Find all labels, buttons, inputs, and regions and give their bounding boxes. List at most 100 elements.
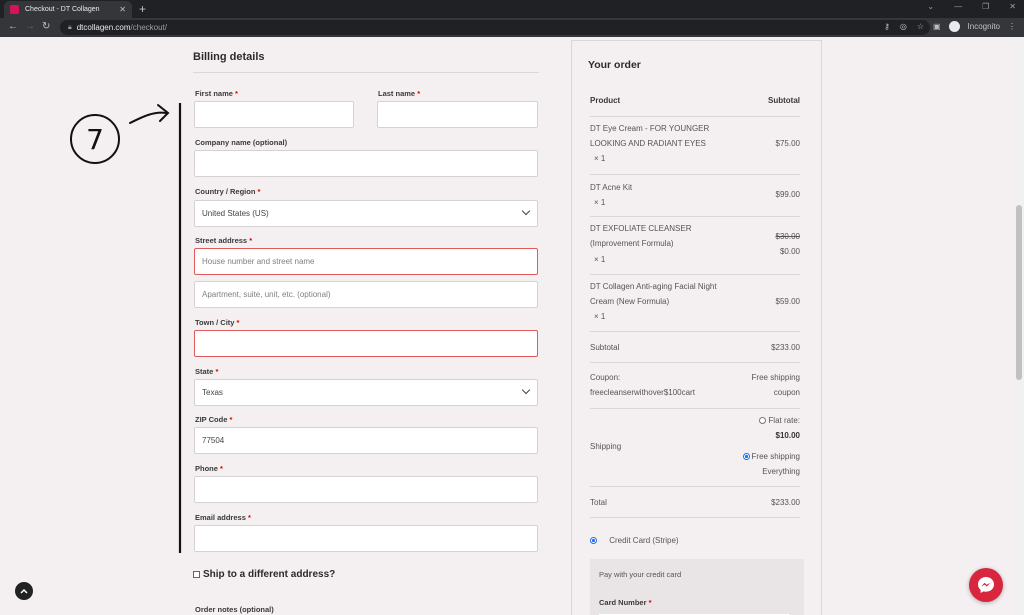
close-window-icon[interactable]: ✕ bbox=[1009, 2, 1016, 11]
item-old-price: $30.00 bbox=[775, 232, 800, 241]
flat-rate-value: $10.00 bbox=[775, 431, 800, 440]
order-summary-panel: Your order Product Subtotal DT Eye Cream… bbox=[571, 40, 822, 615]
item-qty: × 1 bbox=[594, 312, 606, 321]
last-name-field[interactable] bbox=[377, 101, 538, 128]
shipping-row: Shipping Flat rate: $10.00 Free shipping… bbox=[590, 409, 800, 487]
browser-tab[interactable]: Checkout - DT Collagen ✕ bbox=[4, 1, 132, 18]
coupon-code: freecleanserwithover$100cart bbox=[590, 388, 695, 397]
flat-rate-radio[interactable] bbox=[759, 417, 767, 424]
forward-icon[interactable]: → bbox=[25, 21, 35, 33]
zip-field[interactable]: 77504 bbox=[194, 427, 538, 454]
scrollbar-thumb[interactable] bbox=[1016, 205, 1022, 380]
email-label: Email address * bbox=[195, 513, 251, 522]
country-value: United States (US) bbox=[202, 209, 269, 218]
divider bbox=[193, 72, 539, 73]
city-field[interactable] bbox=[194, 330, 538, 357]
eye-off-icon[interactable]: ◎ bbox=[900, 22, 907, 31]
order-table-header: Product Subtotal bbox=[590, 85, 800, 117]
order-item-row: DT Collagen Anti-aging Facial Night Crea… bbox=[590, 275, 800, 332]
item-name-line2: LOOKING AND RADIANT EYES bbox=[590, 139, 706, 148]
item-name-line1: DT Eye Cream - FOR YOUNGER bbox=[590, 124, 710, 133]
street2-placeholder: Apartment, suite, unit, etc. (optional) bbox=[202, 290, 331, 299]
first-name-field[interactable] bbox=[194, 101, 354, 128]
coupon-label: Coupon: bbox=[590, 373, 621, 382]
messenger-icon bbox=[978, 577, 994, 593]
coupon-value: Free shipping bbox=[751, 373, 800, 382]
item-name-line1: DT Collagen Anti-aging Facial Night bbox=[590, 282, 717, 291]
item-price: $99.00 bbox=[775, 190, 800, 199]
menu-icon[interactable]: ⋮ bbox=[1008, 22, 1016, 31]
coupon-row: Coupon: freecleanserwithover$100cart Fre… bbox=[590, 363, 800, 409]
col-product: Product bbox=[590, 96, 621, 105]
order-item-row: DT EXFOLIATE CLEANSER (Improvement Formu… bbox=[590, 217, 800, 275]
zip-value: 77504 bbox=[202, 436, 225, 445]
ship-different-checkbox[interactable] bbox=[193, 571, 200, 578]
free-shipping-option[interactable]: Free shipping bbox=[742, 449, 800, 464]
phone-field[interactable] bbox=[194, 476, 538, 503]
minimize-icon[interactable]: — bbox=[954, 2, 962, 11]
close-tab-icon[interactable]: ✕ bbox=[119, 5, 126, 14]
url-path: /checkout/ bbox=[130, 23, 168, 32]
item-qty: × 1 bbox=[594, 255, 606, 264]
back-icon[interactable]: ← bbox=[8, 21, 18, 33]
browser-toolbar: ← → ↻ 🔒︎ dtcollagen.com /checkout/ ⚷ ◎ ☆… bbox=[0, 18, 1024, 37]
subtotal-row: Subtotal $233.00 bbox=[590, 332, 800, 363]
tab-search-icon[interactable]: ⌄ bbox=[927, 2, 934, 11]
street-address-field[interactable]: House number and street name bbox=[194, 248, 538, 275]
shipping-label: Shipping bbox=[590, 442, 622, 451]
item-qty: × 1 bbox=[594, 198, 606, 207]
payment-radio[interactable] bbox=[590, 537, 597, 544]
payment-desc: Pay with your credit card bbox=[599, 570, 682, 579]
chevron-up-icon bbox=[20, 588, 28, 594]
street-placeholder: House number and street name bbox=[202, 257, 315, 266]
tab-title: Checkout - DT Collagen bbox=[25, 6, 100, 13]
total-label: Total bbox=[590, 498, 607, 507]
company-label: Company name (optional) bbox=[195, 138, 288, 147]
free-shipping-radio[interactable] bbox=[742, 453, 750, 460]
profile-label[interactable]: Incognito bbox=[968, 22, 1000, 31]
item-name-line1: DT Acne Kit bbox=[590, 183, 633, 192]
zip-label: ZIP Code * bbox=[195, 415, 233, 424]
restore-icon[interactable]: ❐ bbox=[982, 2, 989, 11]
page-scrollbar[interactable] bbox=[1014, 37, 1024, 615]
scroll-to-top-button[interactable] bbox=[15, 582, 33, 600]
address-bar[interactable]: 🔒︎ dtcollagen.com /checkout/ ⚷ ◎ ☆ bbox=[60, 20, 930, 35]
country-select[interactable]: United States (US) bbox=[194, 200, 538, 227]
card-number-label: Card Number * bbox=[599, 598, 652, 607]
city-label: Town / City * bbox=[195, 318, 240, 327]
side-panel-icon[interactable]: ▣ bbox=[933, 22, 941, 31]
ship-different-option[interactable]: Ship to a different address? bbox=[193, 569, 335, 580]
order-notes-label: Order notes (optional) bbox=[195, 605, 274, 614]
order-item-row: DT Eye Cream - FOR YOUNGER LOOKING AND R… bbox=[590, 117, 800, 175]
item-name-line2: Cream (New Formula) bbox=[590, 297, 670, 306]
incognito-icon[interactable] bbox=[948, 21, 960, 32]
company-field[interactable] bbox=[194, 150, 538, 177]
window-controls: ⌄ — ❐ ✕ bbox=[927, 2, 1016, 11]
url-host: dtcollagen.com bbox=[76, 23, 131, 32]
item-name-line1: DT EXFOLIATE CLEANSER bbox=[590, 224, 692, 233]
flat-rate-option[interactable]: Flat rate: bbox=[759, 413, 800, 428]
subtotal-value: $233.00 bbox=[771, 343, 800, 352]
toolbar-right: ▣ Incognito ⋮ bbox=[933, 21, 1016, 32]
item-price: $59.00 bbox=[775, 297, 800, 306]
street-address-2-field[interactable]: Apartment, suite, unit, etc. (optional) bbox=[194, 281, 538, 308]
billing-title: Billing details bbox=[193, 51, 265, 63]
state-select[interactable]: Texas bbox=[194, 379, 538, 406]
coupon-value-2: coupon bbox=[773, 388, 800, 397]
annotation-number: 7 bbox=[86, 123, 104, 156]
star-icon[interactable]: ☆ bbox=[917, 22, 924, 31]
key-icon[interactable]: ⚷ bbox=[884, 22, 890, 31]
new-tab-icon[interactable]: + bbox=[139, 2, 146, 16]
site-favicon-icon bbox=[10, 5, 19, 14]
annotation-arrow-icon bbox=[129, 104, 170, 124]
email-field[interactable] bbox=[194, 525, 538, 552]
checkout-page: 7 Billing details First name * Last name… bbox=[0, 37, 1024, 615]
messenger-chat-button[interactable] bbox=[969, 568, 1003, 602]
total-row: Total $233.00 bbox=[590, 487, 800, 518]
ship-different-label: Ship to a different address? bbox=[203, 569, 336, 580]
lock-icon[interactable]: 🔒︎ bbox=[68, 24, 72, 32]
reload-icon[interactable]: ↻ bbox=[42, 21, 50, 33]
payment-method-option[interactable]: Credit Card (Stripe) bbox=[590, 533, 679, 548]
country-label: Country / Region * bbox=[195, 187, 261, 196]
state-value: Texas bbox=[202, 388, 223, 397]
